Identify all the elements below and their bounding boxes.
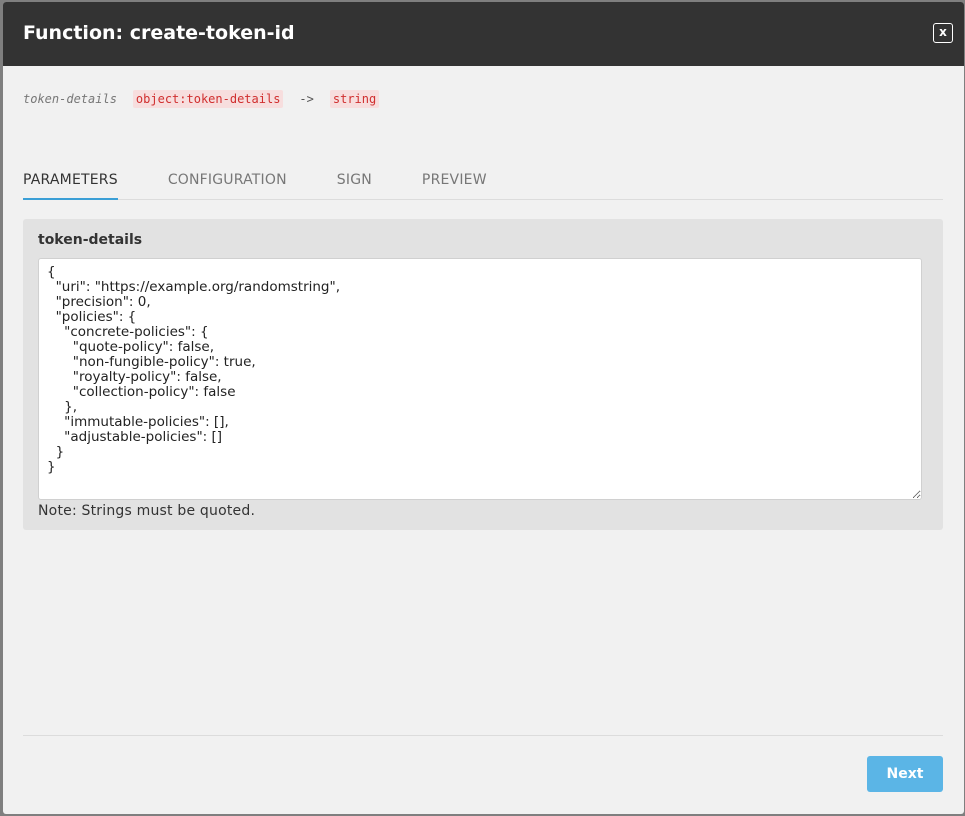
function-signature: token-details object:token-details -> st… (23, 89, 380, 109)
signature-return-type: string (329, 90, 380, 108)
signature-param-name: token-details (23, 92, 117, 106)
parameter-note: Note: Strings must be quoted. (38, 503, 256, 519)
tab-sign[interactable]: SIGN (337, 170, 372, 198)
next-button[interactable]: Next (867, 756, 943, 792)
parameter-panel: token-details { "uri": "https://example.… (23, 219, 943, 530)
tab-configuration[interactable]: CONFIGURATION (168, 170, 287, 198)
signature-arrow: -> (299, 92, 314, 106)
token-details-json-input[interactable]: { "uri": "https://example.org/randomstri… (38, 258, 922, 500)
tab-parameters[interactable]: PARAMETERS (23, 170, 118, 200)
tab-bar: PARAMETERS CONFIGURATION SIGN PREVIEW (23, 170, 943, 200)
parameter-label: token-details (38, 232, 143, 248)
function-modal: Function: create-token-id x token-detail… (3, 2, 964, 814)
modal-title: Function: create-token-id (23, 22, 295, 44)
modal-header: Function: create-token-id x (3, 2, 964, 66)
signature-param-type: object:token-details (132, 90, 284, 108)
footer-divider (23, 735, 943, 736)
tab-preview[interactable]: PREVIEW (422, 170, 487, 198)
close-button[interactable]: x (933, 23, 953, 43)
